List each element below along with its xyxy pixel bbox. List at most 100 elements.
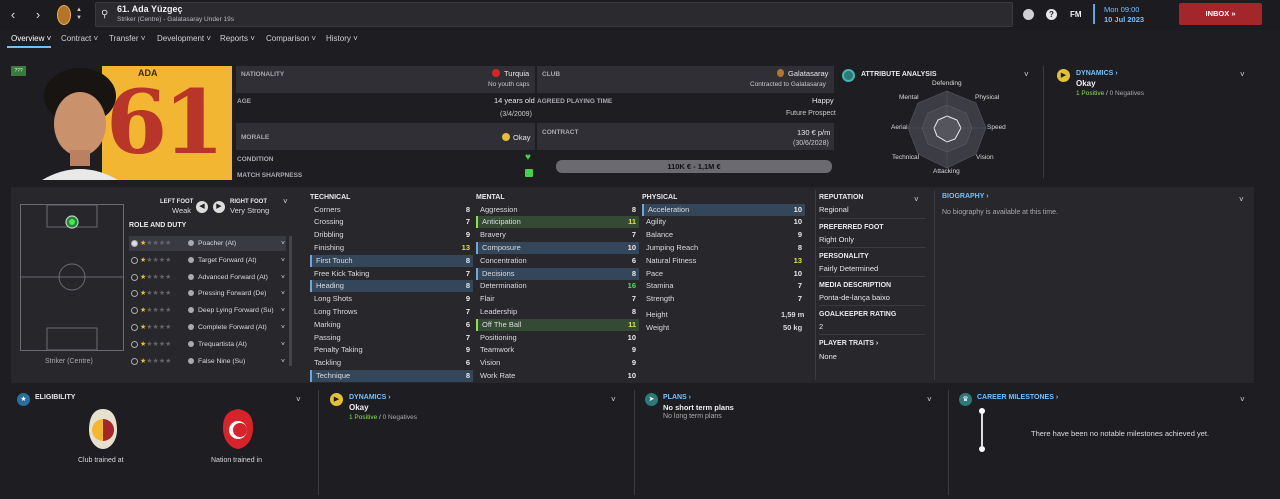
attribute-row[interactable]: Finishing 13 (310, 242, 473, 254)
role-row[interactable]: ★★★★★ Target Forward (At) ˅ (129, 253, 286, 268)
attribute-row[interactable]: Composure 10 (476, 241, 639, 254)
help-icon[interactable]: ? (1046, 9, 1057, 20)
milestones-chevron-icon[interactable]: ˅ (1240, 395, 1245, 404)
role-info-icon[interactable] (188, 324, 194, 330)
role-radio-icon[interactable] (131, 240, 138, 247)
role-row[interactable]: ★★★★★ Poacher (At) ˅ (129, 236, 286, 251)
attribute-row[interactable]: Marking 6 (310, 319, 473, 331)
attribute-row[interactable]: Leadership 8 (476, 306, 639, 318)
role-chevron-icon[interactable]: ˅ (281, 236, 285, 251)
biography-chevron-icon[interactable]: ˅ (1239, 195, 1244, 204)
nationality-value[interactable]: Turquia (504, 69, 529, 78)
role-row[interactable]: ★★★★★ False Nine (Su) ˅ (129, 354, 286, 369)
role-chevron-icon[interactable]: ˅ (281, 303, 285, 318)
role-info-icon[interactable] (188, 357, 194, 364)
attribute-row[interactable]: Anticipation 11 (476, 216, 639, 229)
attribute-row[interactable]: Acceleration 10 (642, 203, 805, 216)
attribute-row[interactable]: Jumping Reach 8 (642, 242, 805, 254)
attribute-row[interactable]: Dribbling 9 (310, 229, 473, 241)
attribute-row[interactable]: Penalty Taking 9 (310, 344, 473, 356)
attribute-row[interactable]: Strength 7 (642, 293, 805, 305)
dynamics-bottom-title[interactable]: DYNAMICS › (349, 394, 391, 401)
role-row[interactable]: ★★★★★ Deep Lying Forward (Su) ˅ (129, 303, 286, 318)
role-row[interactable]: ★★★★★ Advanced Forward (At) ˅ (129, 270, 286, 285)
role-radio-icon[interactable] (131, 324, 138, 331)
attribute-row[interactable]: Free Kick Taking 7 (310, 268, 473, 280)
morale-value[interactable]: Okay (513, 133, 531, 142)
plans-chevron-icon[interactable]: ˅ (927, 395, 932, 404)
attribute-row[interactable]: Work Rate 10 (476, 370, 639, 382)
attribute-row[interactable]: Positioning 10 (476, 332, 639, 344)
role-radio-icon[interactable] (131, 290, 138, 298)
feet-chevron-icon[interactable]: ˅ (283, 197, 288, 206)
role-chevron-icon[interactable]: ˅ (281, 270, 285, 285)
analysis-chevron-icon[interactable]: ˅ (1024, 70, 1029, 79)
attribute-row[interactable]: Teamwork 9 (476, 344, 639, 356)
attribute-row[interactable]: Concentration 6 (476, 255, 639, 267)
role-radio-icon[interactable] (131, 307, 138, 315)
globe-icon[interactable] (1023, 9, 1034, 20)
role-radio-icon[interactable] (131, 273, 138, 281)
search-title-box[interactable] (95, 2, 1013, 27)
attribute-row[interactable]: Passing 7 (310, 332, 473, 344)
role-row[interactable]: ★★★★★ Complete Forward (At) ˅ (129, 320, 286, 335)
crest-switch-icon[interactable]: ▲ ▼ (76, 6, 82, 22)
milestones-title[interactable]: CAREER MILESTONES › (977, 394, 1058, 401)
date-day[interactable]: 10 Jul 2023 (1104, 15, 1144, 24)
role-chevron-icon[interactable]: ˅ (281, 320, 285, 335)
tab-transfer[interactable]: Transfer ˅ (109, 34, 145, 43)
club-crest-icon[interactable] (57, 5, 71, 25)
tab-reports[interactable]: Reports ˅ (220, 34, 255, 43)
inbox-button[interactable]: INBOX » (1179, 3, 1262, 25)
role-info-icon[interactable] (188, 307, 194, 314)
dynamics-chevron-icon[interactable]: ˅ (1240, 70, 1245, 79)
attribute-row[interactable]: Technique 8 (310, 369, 473, 382)
tab-comparison[interactable]: Comparison ˅ (266, 34, 316, 43)
attribute-row[interactable]: First Touch 8 (310, 254, 473, 267)
attribute-row[interactable]: Off The Ball 11 (476, 318, 639, 331)
role-row[interactable]: ★★★★★ Pressing Forward (De) ˅ (129, 286, 286, 301)
role-chevron-icon[interactable]: ˅ (281, 253, 285, 268)
role-chevron-icon[interactable]: ˅ (281, 354, 285, 369)
dynamics-title[interactable]: DYNAMICS › (1076, 70, 1118, 77)
attribute-row[interactable]: Long Shots 9 (310, 293, 473, 305)
club-value[interactable]: Galatasaray (788, 69, 828, 78)
role-info-icon[interactable] (188, 340, 194, 347)
forward-arrow-icon[interactable]: › (31, 8, 45, 22)
role-radio-icon[interactable] (131, 340, 138, 348)
attribute-row[interactable]: Pace 10 (642, 268, 805, 280)
attribute-row[interactable]: Tackling 6 (310, 357, 473, 369)
role-info-icon[interactable] (188, 290, 194, 297)
attribute-row[interactable]: Aggression 8 (476, 204, 639, 216)
role-row[interactable]: ★★★★★ Trequartista (At) ˅ (129, 337, 286, 352)
attribute-row[interactable]: Bravery 7 (476, 229, 639, 241)
info-chevron-icon[interactable]: ˅ (914, 195, 919, 204)
attribute-row[interactable]: Stamina 7 (642, 280, 805, 292)
eligibility-chevron-icon[interactable]: ˅ (296, 395, 301, 404)
role-info-icon[interactable] (188, 240, 194, 246)
fm-menu[interactable]: FM (1070, 10, 1082, 19)
tab-history[interactable]: History ˅ (326, 34, 358, 43)
attribute-row[interactable]: Vision 9 (476, 357, 639, 369)
tab-contract[interactable]: Contract ˅ (61, 34, 98, 43)
attribute-row[interactable]: Balance 9 (642, 229, 805, 241)
back-arrow-icon[interactable]: ‹ (6, 8, 20, 22)
role-radio-icon[interactable] (131, 256, 138, 264)
role-chevron-icon[interactable]: ˅ (281, 286, 285, 301)
date-time[interactable]: Mon 09:00 (1104, 5, 1139, 14)
role-info-icon[interactable] (188, 273, 194, 280)
tab-development[interactable]: Development ˅ (157, 34, 211, 43)
dynamics-bottom-chevron-icon[interactable]: ˅ (611, 395, 616, 404)
value-range-bar[interactable]: 110K € - 1,1M € (556, 160, 832, 173)
player-traits-label[interactable]: PLAYER TRAITS › (819, 340, 878, 347)
tab-overview[interactable]: Overview ˅ (11, 34, 51, 43)
attribute-row[interactable]: Agility 10 (642, 216, 805, 228)
role-info-icon[interactable] (188, 256, 194, 263)
attribute-row[interactable]: Corners 8 (310, 204, 473, 216)
attribute-row[interactable]: Flair 7 (476, 293, 639, 305)
plans-title[interactable]: PLANS › (663, 394, 691, 401)
role-scrollbar[interactable] (289, 236, 292, 366)
attribute-row[interactable]: Long Throws 7 (310, 306, 473, 318)
attribute-row[interactable]: Crossing 7 (310, 216, 473, 228)
attribute-row[interactable]: Heading 8 (310, 280, 473, 293)
